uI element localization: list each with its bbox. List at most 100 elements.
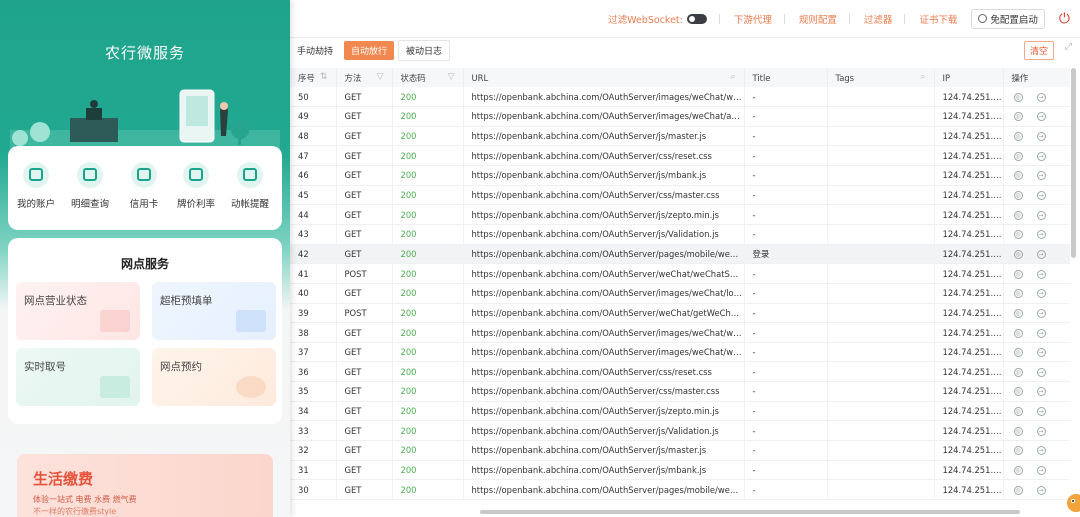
browser-open-icon[interactable]: ◎ — [1013, 269, 1023, 279]
col-ip[interactable]: IP — [934, 68, 1004, 87]
mode-auto-release[interactable]: 自动放行 — [344, 40, 395, 60]
table-row[interactable]: 32 GET 200 https://openbank.abchina.com/OAu… — [290, 440, 1070, 461]
browser-open-icon[interactable]: ◎ — [1013, 112, 1023, 122]
horizontal-scrollbar[interactable] — [480, 510, 1020, 514]
rule-config-link[interactable]: 规则配置 — [799, 12, 837, 26]
table-row[interactable]: 37 GET 200 https://openbank.abchina.com/OAu… — [290, 342, 1070, 363]
browser-open-icon[interactable]: ◎ — [1013, 249, 1023, 259]
quick-detail-query[interactable]: 明细查询 — [64, 162, 116, 210]
forward-arrow-icon[interactable]: → — [1036, 465, 1046, 475]
quick-rates[interactable]: 牌价利率 — [170, 162, 222, 210]
table-row[interactable]: 45 GET 200 https://openbank.abchina.com/OAu… — [290, 185, 1070, 206]
table-row[interactable]: 50 GET 200 https://openbank.abchina.com/OAu… — [290, 87, 1070, 108]
table-row[interactable]: 39 POST 200 https://openbank.abchina.com/OA… — [290, 303, 1070, 324]
browser-open-icon[interactable]: ◎ — [1013, 407, 1023, 417]
tile-branch-status[interactable]: 网点营业状态 — [16, 282, 140, 340]
life-payment-banner[interactable]: 生活缴费 体验一站式 电费 水费 燃气费 不一样的农行缴费style — [17, 454, 273, 517]
forward-arrow-icon[interactable]: → — [1036, 348, 1046, 358]
quick-my-account[interactable]: 我的账户 — [10, 162, 62, 210]
table-row[interactable]: 49 GET 200 https://openbank.abchina.com/OAu… — [290, 106, 1070, 127]
table-row[interactable]: 31 GET 200 https://openbank.abchina.com/OAu… — [290, 460, 1070, 481]
table-row[interactable]: 35 GET 200 https://openbank.abchina.com/OAu… — [290, 381, 1070, 402]
clear-button[interactable]: 清空 — [1023, 41, 1054, 60]
table-row[interactable]: 43 GET 200 https://openbank.abchina.com/OAu… — [290, 224, 1070, 245]
forward-arrow-icon[interactable]: → — [1036, 367, 1046, 377]
cell-ip: 124.74.251.114 — [934, 283, 1004, 304]
forward-arrow-icon[interactable]: → — [1036, 485, 1046, 495]
table-header: 序号 ⇅ 方法 ▽ 状态码 ▽ URL ⌕ Title Tags ⌕ IP 操作 — [290, 68, 1070, 87]
browser-open-icon[interactable]: ◎ — [1013, 191, 1023, 201]
browser-open-icon[interactable]: ◎ — [1013, 348, 1023, 358]
quick-account-alert[interactable]: 动帐提醒 — [224, 162, 276, 210]
expand-icon[interactable]: ⤢ — [1065, 42, 1072, 52]
browser-open-icon[interactable]: ◎ — [1013, 328, 1023, 338]
table-row[interactable]: 42 GET 200 https://openbank.abchina.com/OAu… — [290, 244, 1070, 265]
forward-arrow-icon[interactable]: → — [1036, 249, 1046, 259]
forward-arrow-icon[interactable]: → — [1036, 171, 1046, 181]
col-seq[interactable]: 序号 ⇅ — [290, 68, 337, 87]
forward-arrow-icon[interactable]: → — [1036, 269, 1046, 279]
cell-status: 200 — [392, 303, 464, 324]
browser-open-icon[interactable]: ◎ — [1013, 210, 1023, 220]
mode-passive-log[interactable]: 被动日志 — [398, 39, 451, 61]
power-icon[interactable]: ⏻ — [1059, 11, 1070, 27]
col-tags[interactable]: Tags ⌕ — [827, 68, 935, 87]
vertical-scrollbar[interactable] — [1071, 68, 1076, 258]
table-row[interactable]: 30 GET 200 https://openbank.abchina.com/OAu… — [290, 479, 1070, 500]
downstream-proxy-link[interactable]: 下游代理 — [734, 12, 772, 26]
browser-open-icon[interactable]: ◎ — [1013, 367, 1023, 377]
table-row[interactable]: 44 GET 200 https://openbank.abchina.com/OAu… — [290, 204, 1070, 225]
browser-open-icon[interactable]: ◎ — [1013, 308, 1023, 318]
browser-open-icon[interactable]: ◎ — [1013, 485, 1023, 495]
mode-manual-hijack[interactable]: 手动劫持 — [290, 41, 340, 60]
table-row[interactable]: 47 GET 200 https://openbank.abchina.com/OAu… — [290, 145, 1070, 167]
forward-arrow-icon[interactable]: → — [1036, 426, 1046, 436]
forward-arrow-icon[interactable]: → — [1036, 210, 1046, 220]
forward-arrow-icon[interactable]: → — [1036, 387, 1046, 397]
forward-arrow-icon[interactable]: → — [1036, 407, 1046, 417]
table-row[interactable]: 40 GET 200 https://openbank.abchina.com/OAu… — [290, 283, 1070, 304]
table-row[interactable]: 34 GET 200 https://openbank.abchina.com/OAu… — [290, 401, 1070, 422]
forward-arrow-icon[interactable]: → — [1036, 289, 1046, 299]
toggle-switch[interactable] — [686, 13, 707, 24]
browser-open-icon[interactable]: ◎ — [1013, 446, 1023, 456]
browser-open-icon[interactable]: ◎ — [1013, 289, 1023, 299]
forward-arrow-icon[interactable]: → — [1036, 328, 1046, 338]
forward-arrow-icon[interactable]: → — [1036, 92, 1046, 102]
col-url[interactable]: URL ⌕ — [463, 68, 745, 87]
browser-open-icon[interactable]: ◎ — [1013, 171, 1023, 181]
ticket-icon — [100, 376, 130, 398]
forward-arrow-icon[interactable]: → — [1036, 191, 1046, 201]
tile-prefill-form[interactable]: 超柜预填单 — [152, 282, 276, 340]
tile-realtime-queue[interactable]: 实时取号 — [16, 348, 140, 406]
table-row[interactable]: 36 GET 200 https://openbank.abchina.com/OAu… — [290, 361, 1070, 383]
col-status[interactable]: 状态码 ▽ — [392, 68, 464, 87]
table-row[interactable]: 48 GET 200 https://openbank.abchina.com/OAu… — [290, 126, 1070, 147]
table-row[interactable]: 46 GET 200 https://openbank.abchina.com/OAu… — [290, 165, 1070, 186]
browser-open-icon[interactable]: ◎ — [1013, 426, 1023, 436]
browser-open-icon[interactable]: ◎ — [1013, 92, 1023, 102]
forward-arrow-icon[interactable]: → — [1036, 112, 1046, 122]
forward-arrow-icon[interactable]: → — [1036, 132, 1046, 142]
col-method[interactable]: 方法 ▽ — [336, 68, 393, 87]
tile-branch-appointment[interactable]: 网点预约 — [152, 348, 276, 406]
filter-link[interactable]: 过滤器 — [864, 12, 893, 26]
browser-open-icon[interactable]: ◎ — [1013, 387, 1023, 397]
forward-arrow-icon[interactable]: → — [1036, 230, 1046, 240]
browser-open-icon[interactable]: ◎ — [1013, 230, 1023, 240]
table-row[interactable]: 38 GET 200 https://openbank.abchina.com/OAu… — [290, 322, 1070, 343]
forward-arrow-icon[interactable]: → — [1036, 151, 1046, 161]
filter-websocket-toggle[interactable]: 过滤WebSocket: — [608, 12, 707, 26]
table-row[interactable]: 41 POST 200 https://openbank.abchina.com/OA… — [290, 263, 1070, 284]
col-title[interactable]: Title — [744, 68, 828, 87]
browser-open-icon[interactable]: ◎ — [1013, 132, 1023, 142]
browser-open-icon[interactable]: ◎ — [1013, 151, 1023, 161]
quick-credit-card[interactable]: 信用卡 — [118, 162, 170, 210]
forward-arrow-icon[interactable]: → — [1036, 446, 1046, 456]
cert-download-link[interactable]: 证书下载 — [919, 12, 957, 26]
browser-open-icon[interactable]: ◎ — [1013, 465, 1023, 475]
table-row[interactable]: 33 GET 200 https://openbank.abchina.com/OAu… — [290, 420, 1070, 442]
cell-url: https://openbank.abchina.com/OAuthServer… — [463, 145, 745, 167]
free-config-start-button[interactable]: 免配置启动 — [971, 8, 1045, 29]
forward-arrow-icon[interactable]: → — [1036, 308, 1046, 318]
